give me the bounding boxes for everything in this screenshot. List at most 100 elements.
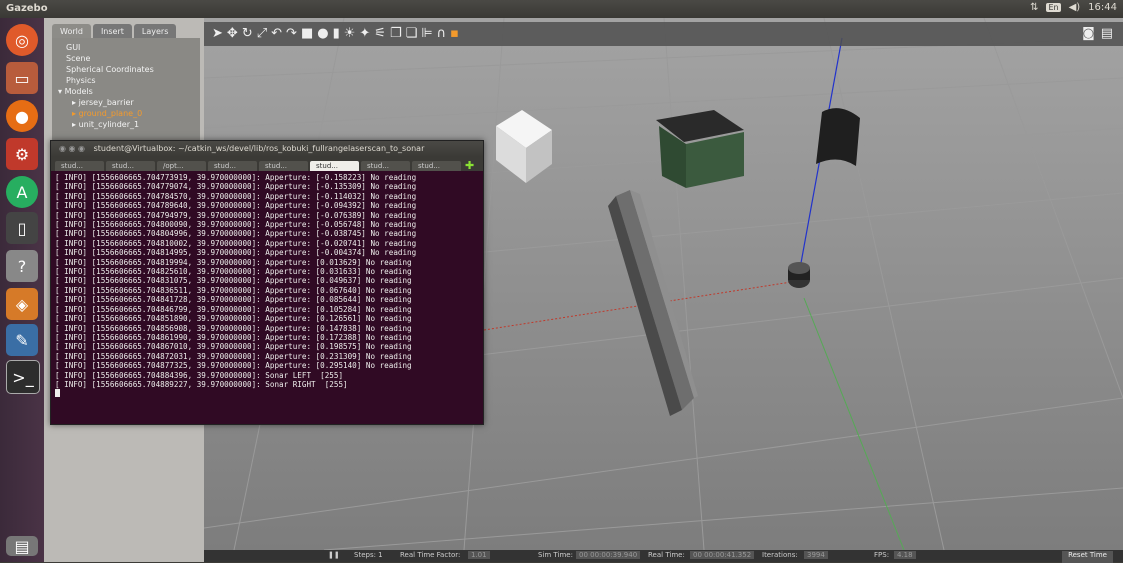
terminal-tab[interactable]: stud... xyxy=(259,161,308,171)
directional-light-icon[interactable]: ⚟ xyxy=(374,26,386,41)
tree-item-physics[interactable]: Physics xyxy=(58,75,200,86)
terminal-line: [ INFO] [1556606665.704867010, 39.970000… xyxy=(55,342,412,352)
dumpster-model[interactable] xyxy=(656,110,744,188)
system-tray: ⇅ En ◀) 16:44 xyxy=(1030,2,1117,13)
text-editor-icon[interactable]: ✎ xyxy=(6,324,38,356)
tree-model-jersey-barrier[interactable]: ▸ jersey_barrier xyxy=(58,97,200,108)
pause-icon[interactable]: ❚❚ xyxy=(328,551,340,559)
terminal-title: student@Virtualbox: ~/catkin_ws/devel/li… xyxy=(93,144,425,153)
terminal-line: [ INFO] [1556606665.704841728, 39.970000… xyxy=(55,295,412,305)
terminal-window[interactable]: ◉ ◉ ◉ student@Virtualbox: ~/catkin_ws/de… xyxy=(50,140,484,425)
terminal-tab[interactable]: stud... xyxy=(412,161,461,171)
copy-icon[interactable]: ❐ xyxy=(390,26,402,41)
iterations-value: 3994 xyxy=(804,551,828,559)
cylinder-shape-icon[interactable]: ▮ xyxy=(333,26,340,41)
tab-layers[interactable]: Layers xyxy=(133,24,177,39)
clock[interactable]: 16:44 xyxy=(1088,2,1117,13)
help-icon[interactable]: ? xyxy=(6,250,38,282)
terminal-tabs: stud... stud... /opt... stud... stud... … xyxy=(51,157,483,171)
iterations-label: Iterations: xyxy=(762,551,798,559)
terminal-line: [ INFO] [1556606665.704779074, 39.970000… xyxy=(55,182,417,192)
terminal-tab[interactable]: stud... xyxy=(106,161,155,171)
rtf-label: Real Time Factor: xyxy=(400,551,461,559)
undo-icon[interactable]: ↶ xyxy=(271,26,282,41)
terminal-line: [ INFO] [1556606665.704851890, 39.970000… xyxy=(55,314,412,324)
terminal-tab[interactable]: stud... xyxy=(208,161,257,171)
sphere-shape-icon[interactable]: ● xyxy=(317,26,328,41)
redo-icon[interactable]: ↷ xyxy=(286,26,297,41)
terminal-tab-active[interactable]: stud... xyxy=(310,161,359,171)
terminal-line: [ INFO] [1556606665.704831075, 39.970000… xyxy=(55,276,412,286)
tab-insert[interactable]: Insert xyxy=(92,24,132,39)
panel-tabs: World Insert Layers xyxy=(52,24,177,39)
step-button[interactable]: Steps: 1 xyxy=(354,551,383,559)
tree-item-gui[interactable]: GUI xyxy=(58,42,200,53)
keyboard-layout-indicator[interactable]: En xyxy=(1046,3,1061,12)
settings-gear-icon[interactable]: ⚙ xyxy=(6,138,38,170)
kobuki-robot-model[interactable] xyxy=(788,262,810,288)
terminal-tab[interactable]: stud... xyxy=(361,161,410,171)
terminal-line: [ INFO] [1556606665.704784570, 39.970000… xyxy=(55,191,417,201)
tree-model-ground-plane[interactable]: ▸ ground_plane_0 xyxy=(58,108,200,119)
terminal-line: [ INFO] [1556606665.704861990, 39.970000… xyxy=(55,332,412,342)
terminal-line: [ INFO] [1556606665.704800090, 39.970000… xyxy=(55,220,417,230)
network-icon[interactable]: ⇅ xyxy=(1030,2,1038,13)
terminal-line: [ INFO] [1556606665.704836511, 39.970000… xyxy=(55,285,412,295)
gazebo-toolbar: ➤ ✥ ↻ ⤢ ↶ ↷ ■ ● ▮ ☀ ✦ ⚟ ❐ ❏ ⊫ ∩ ▪ ◙ ▤ xyxy=(204,22,1123,46)
terminal-tab[interactable]: stud... xyxy=(55,161,104,171)
real-time-label: Real Time: xyxy=(648,551,685,559)
gazebo-status-bar: ❚❚ Steps: 1 Real Time Factor: 1.01 Sim T… xyxy=(204,550,1123,563)
volume-icon[interactable]: ◀) xyxy=(1069,2,1081,13)
terminal-title-bar[interactable]: ◉ ◉ ◉ student@Virtualbox: ~/catkin_ws/de… xyxy=(51,141,483,157)
change-view-icon[interactable]: ▪ xyxy=(450,26,459,41)
terminal-line: [ INFO] [1556606665.704794979, 39.970000… xyxy=(55,210,417,220)
tree-item-models[interactable]: ▾ Models xyxy=(58,86,200,97)
terminal-line: [ INFO] [1556606665.704773919, 39.970000… xyxy=(55,173,417,182)
terminal-cursor xyxy=(55,389,60,398)
screenshot-camera-icon[interactable]: ◙ xyxy=(1082,26,1095,41)
fps-value: 4.18 xyxy=(894,551,916,559)
system-top-bar: Gazebo ⇅ En ◀) 16:44 xyxy=(0,0,1123,18)
trash-icon[interactable]: ▤ xyxy=(6,536,38,556)
tree-item-spherical-coordinates[interactable]: Spherical Coordinates xyxy=(58,64,200,75)
terminal-line: [ INFO] [1556606665.704789640, 39.970000… xyxy=(55,201,417,211)
toolbar-tools: ➤ ✥ ↻ ⤢ ↶ ↷ ■ ● ▮ ☀ ✦ ⚟ ❐ ❏ ⊫ ∩ ▪ xyxy=(212,26,459,41)
terminal-line: [ INFO] [1556606665.704872031, 39.970000… xyxy=(55,351,412,361)
terminal-output[interactable]: [ INFO] [1556606665.704773919, 39.970000… xyxy=(51,171,483,402)
unit-cylinder-model[interactable] xyxy=(816,108,860,166)
terminal-line: [ INFO] [1556606665.704884396, 39.970000… xyxy=(55,370,344,380)
tab-world[interactable]: World xyxy=(52,24,91,39)
tree-model-unit-cylinder[interactable]: ▸ unit_cylinder_1 xyxy=(58,119,200,130)
files-icon[interactable]: ▭ xyxy=(6,62,38,94)
spot-light-icon[interactable]: ✦ xyxy=(359,26,370,41)
terminal-line: [ INFO] [1556606665.704889227, 39.970000… xyxy=(55,379,348,389)
translate-icon[interactable]: ✥ xyxy=(227,26,238,41)
package-box-icon[interactable]: ◈ xyxy=(6,288,38,320)
terminal-tab[interactable]: /opt... xyxy=(157,161,206,171)
select-arrow-icon[interactable]: ➤ xyxy=(212,26,223,41)
sim-time-label: Sim Time: xyxy=(538,551,573,559)
box-shape-icon[interactable]: ■ xyxy=(301,26,313,41)
window-controls-icon[interactable]: ◉ ◉ ◉ xyxy=(59,144,85,153)
terminal-line: [ INFO] [1556606665.704804996, 39.970000… xyxy=(55,229,417,239)
scale-icon[interactable]: ⤢ xyxy=(257,26,267,41)
paste-icon[interactable]: ❏ xyxy=(406,26,418,41)
usb-drive-icon[interactable]: ▯ xyxy=(6,212,38,244)
reset-time-button[interactable]: Reset Time xyxy=(1062,551,1113,563)
terminal-line: [ INFO] [1556606665.704846799, 39.970000… xyxy=(55,304,412,314)
tree-item-scene[interactable]: Scene xyxy=(58,53,200,64)
sim-time-value: 00 00:00:39.940 xyxy=(576,551,641,559)
align-icon[interactable]: ⊫ xyxy=(421,26,432,41)
software-center-icon[interactable]: A xyxy=(6,176,38,208)
terminal-line: [ INFO] [1556606665.704877325, 39.970000… xyxy=(55,361,412,371)
point-light-icon[interactable]: ☀ xyxy=(344,26,356,41)
terminal-icon[interactable]: >_ xyxy=(6,360,40,394)
snap-icon[interactable]: ∩ xyxy=(437,26,447,41)
firefox-icon[interactable]: ● xyxy=(6,100,38,132)
dash-home-icon[interactable]: ◎ xyxy=(6,24,38,56)
terminal-line: [ INFO] [1556606665.704810002, 39.970000… xyxy=(55,238,417,248)
log-record-icon[interactable]: ▤ xyxy=(1101,26,1113,41)
new-tab-plus-icon[interactable]: ✚ xyxy=(463,160,476,171)
fps-label: FPS: xyxy=(874,551,890,559)
rotate-icon[interactable]: ↻ xyxy=(242,26,253,41)
